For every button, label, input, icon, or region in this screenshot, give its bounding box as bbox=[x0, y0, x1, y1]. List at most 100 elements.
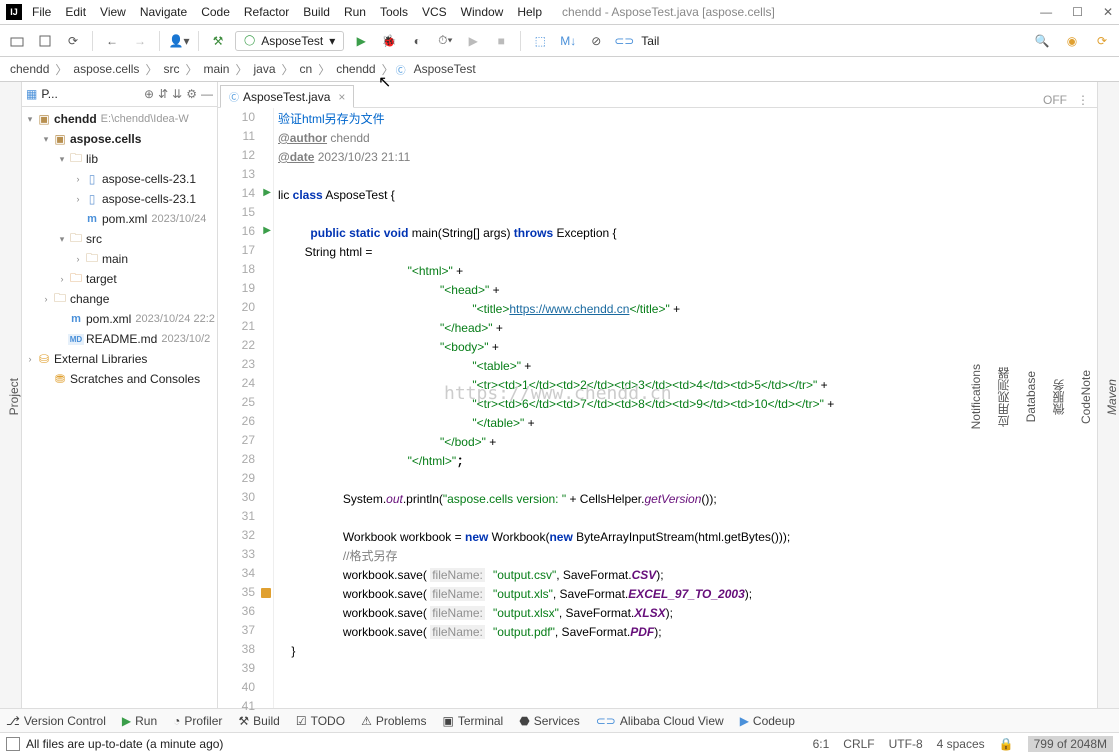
debug-icon[interactable]: 🐞 bbox=[378, 30, 400, 52]
tree-readme[interactable]: MDREADME.md2023/10/2 bbox=[22, 329, 217, 349]
tw-todo[interactable]: ☑ TODO bbox=[296, 714, 345, 728]
tree-change[interactable]: ›🗀change bbox=[22, 289, 217, 309]
menu-view[interactable]: View bbox=[100, 5, 126, 19]
menu-edit[interactable]: Edit bbox=[65, 5, 86, 19]
right-rail: Maven CodeNote 微服务 Database 应用观测器 Notifi… bbox=[1097, 82, 1119, 708]
rail-observer[interactable]: 应用观测器 bbox=[995, 363, 1012, 431]
tree-root[interactable]: ▾▣chenddE:\chendd\Idea-W bbox=[22, 109, 217, 129]
rail-microservice[interactable]: 微服务 bbox=[1050, 375, 1067, 419]
more-icon[interactable]: ⋮ bbox=[1077, 93, 1089, 107]
tw-terminal[interactable]: ▣ Terminal bbox=[443, 714, 504, 728]
close-icon[interactable]: × bbox=[338, 90, 345, 104]
tool-icon-2[interactable]: M↓ bbox=[557, 30, 579, 52]
indent-setting[interactable]: 4 spaces bbox=[937, 737, 985, 751]
tw-run[interactable]: ▶ Run bbox=[122, 714, 157, 728]
user-icon[interactable]: 👤▾ bbox=[168, 30, 190, 52]
forward-icon[interactable]: → bbox=[129, 30, 151, 52]
run-gutter-icon[interactable]: ▶ bbox=[263, 225, 271, 236]
tool-icon-1[interactable]: ⬚ bbox=[529, 30, 551, 52]
menu-file[interactable]: File bbox=[32, 5, 51, 19]
left-rail: Project Alibaba Cloud Explorer Bookmarks… bbox=[0, 82, 22, 708]
tw-profiler[interactable]: ◔ Profiler bbox=[173, 714, 222, 728]
tree-pom[interactable]: mpom.xml2023/10/24 bbox=[22, 209, 217, 229]
run-config-label: AsposeTest bbox=[261, 34, 323, 48]
menu-vcs[interactable]: VCS bbox=[422, 5, 447, 19]
menu-code[interactable]: Code bbox=[201, 5, 230, 19]
attach-icon[interactable]: ▶ bbox=[462, 30, 484, 52]
profile-icon[interactable]: ⏱▾ bbox=[434, 30, 456, 52]
gear-icon[interactable]: ⚙ bbox=[186, 87, 197, 101]
stop-icon[interactable]: ■ bbox=[490, 30, 512, 52]
hammer-icon[interactable]: ⚒ bbox=[207, 30, 229, 52]
save-icon[interactable] bbox=[34, 30, 56, 52]
hide-icon[interactable]: — bbox=[201, 87, 213, 101]
open-icon[interactable] bbox=[6, 30, 28, 52]
status-icon[interactable] bbox=[6, 737, 20, 751]
rail-maven[interactable]: Maven bbox=[1105, 375, 1119, 419]
menu-run[interactable]: Run bbox=[344, 5, 366, 19]
target-icon[interactable]: ⊕ bbox=[144, 87, 154, 101]
tree-lib[interactable]: ▾🗀lib bbox=[22, 149, 217, 169]
coverage-icon[interactable]: ◐ bbox=[406, 30, 428, 52]
search-icon[interactable]: 🔍 bbox=[1031, 30, 1053, 52]
crumb[interactable]: cn bbox=[296, 62, 317, 76]
rail-notifications[interactable]: Notifications bbox=[969, 360, 983, 433]
rail-codenote[interactable]: CodeNote bbox=[1079, 366, 1093, 428]
maximize-icon[interactable]: ☐ bbox=[1072, 5, 1083, 19]
crumb[interactable]: chendd bbox=[332, 62, 379, 76]
back-icon[interactable]: ← bbox=[101, 30, 123, 52]
ide-icon[interactable]: ◉ bbox=[1061, 30, 1083, 52]
run-icon[interactable]: ▶ bbox=[350, 30, 372, 52]
minimize-icon[interactable]: — bbox=[1040, 5, 1052, 19]
tree-pom2[interactable]: mpom.xml2023/10/24 22:2 bbox=[22, 309, 217, 329]
menu-refactor[interactable]: Refactor bbox=[244, 5, 289, 19]
tool-icon-4[interactable]: ⊂⊃ bbox=[613, 30, 635, 52]
tw-version-control[interactable]: ⎇ Version Control bbox=[6, 714, 106, 728]
memory-indicator[interactable]: 799 of 2048M bbox=[1028, 736, 1113, 752]
tree-main[interactable]: ›🗀main bbox=[22, 249, 217, 269]
expand-icon[interactable]: ⇵ bbox=[158, 87, 168, 101]
tree-scratches[interactable]: ⛃Scratches and Consoles bbox=[22, 369, 217, 389]
class-icon: Ⓒ bbox=[396, 62, 406, 77]
menu-help[interactable]: Help bbox=[517, 5, 542, 19]
menu-build[interactable]: Build bbox=[303, 5, 330, 19]
refresh-icon[interactable]: ⟳ bbox=[62, 30, 84, 52]
rail-database[interactable]: Database bbox=[1024, 367, 1038, 426]
caret-position[interactable]: 6:1 bbox=[813, 737, 830, 751]
project-tree[interactable]: ▾▣chenddE:\chendd\Idea-W ▾▣aspose.cells … bbox=[22, 107, 217, 708]
tw-problems[interactable]: ⚠ Problems bbox=[361, 714, 426, 728]
crumb[interactable]: chendd bbox=[6, 62, 53, 76]
run-config-combo[interactable]: ◯AsposeTest▾ bbox=[235, 31, 344, 51]
crumb[interactable]: java bbox=[250, 62, 280, 76]
tw-services[interactable]: ⬣ Services bbox=[519, 714, 580, 728]
tab-asposetest[interactable]: Ⓒ AsposeTest.java × bbox=[220, 85, 354, 108]
update-icon[interactable]: ⟳ bbox=[1091, 30, 1113, 52]
tree-src[interactable]: ▾🗀src bbox=[22, 229, 217, 249]
file-encoding[interactable]: UTF-8 bbox=[889, 737, 923, 751]
lock-icon[interactable]: 🔒 bbox=[999, 737, 1014, 751]
tree-module[interactable]: ▾▣aspose.cells bbox=[22, 129, 217, 149]
run-gutter-icon[interactable]: ▶ bbox=[263, 187, 271, 198]
tool-icon-3[interactable]: ⊘ bbox=[585, 30, 607, 52]
crumb[interactable]: AsposeTest bbox=[410, 62, 480, 76]
rail-project[interactable]: Project bbox=[7, 374, 21, 419]
tree-jar[interactable]: ›▯aspose-cells-23.1 bbox=[22, 189, 217, 209]
status-bar: All files are up-to-date (a minute ago) … bbox=[0, 732, 1119, 754]
close-icon[interactable]: ✕ bbox=[1103, 5, 1113, 19]
crumb[interactable]: aspose.cells bbox=[69, 62, 143, 76]
menu-tools[interactable]: Tools bbox=[380, 5, 408, 19]
tree-ext-libs[interactable]: ›⛁External Libraries bbox=[22, 349, 217, 369]
gutter[interactable]: 10111213 14▶ 15 16▶ 17181920212223242526… bbox=[218, 108, 274, 708]
tree-jar[interactable]: ›▯aspose-cells-23.1 bbox=[22, 169, 217, 189]
line-separator[interactable]: CRLF bbox=[843, 737, 874, 751]
tw-codeup[interactable]: ▶ Codeup bbox=[740, 714, 795, 728]
breakpoint-icon[interactable] bbox=[261, 588, 271, 598]
menu-window[interactable]: Window bbox=[461, 5, 504, 19]
crumb[interactable]: src bbox=[159, 62, 183, 76]
collapse-icon[interactable]: ⇊ bbox=[172, 87, 182, 101]
menu-navigate[interactable]: Navigate bbox=[140, 5, 187, 19]
crumb[interactable]: main bbox=[199, 62, 233, 76]
tree-target[interactable]: ›🗀target bbox=[22, 269, 217, 289]
tail-label[interactable]: Tail bbox=[641, 34, 659, 48]
tw-alibaba[interactable]: ⊂⊃ Alibaba Cloud View bbox=[596, 714, 724, 728]
